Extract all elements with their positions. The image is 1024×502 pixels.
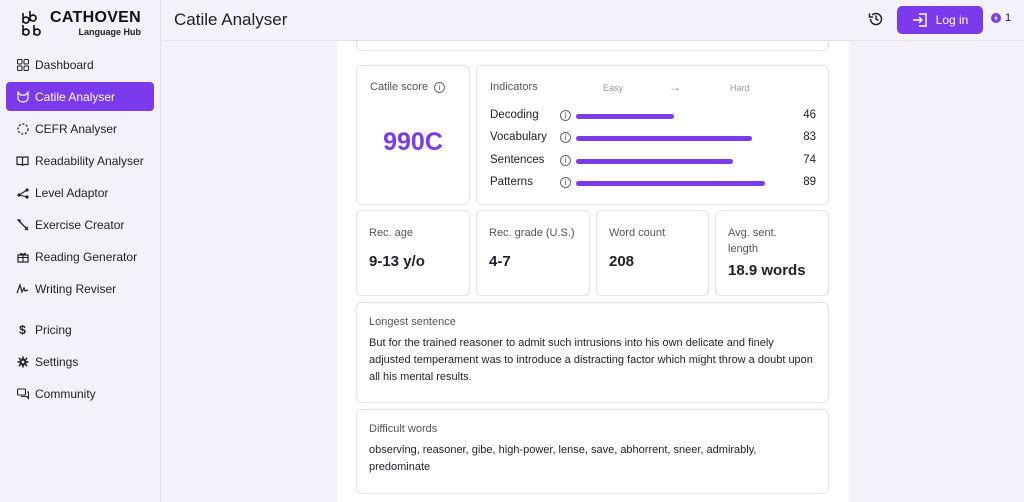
easy-label: Easy xyxy=(603,83,624,93)
sidebar-item-label: Exercise Creator xyxy=(35,217,125,232)
indicator-row-vocabulary: Vocabulary i 83 xyxy=(490,131,816,145)
sidebar-item-pricing[interactable]: $ Pricing xyxy=(6,315,154,344)
stat-label: Word count xyxy=(609,227,666,239)
catile-score-value: 990C xyxy=(383,128,443,156)
hard-label: Hard xyxy=(730,83,750,93)
longest-sentence-card: Longest sentence But for the trained rea… xyxy=(356,302,829,403)
indicator-bar xyxy=(576,114,674,119)
sidebar-item-level-adaptor[interactable]: Level Adaptor xyxy=(6,178,154,207)
login-label: Log in xyxy=(935,13,969,27)
sidebar: CATHOVEN Language Hub Dashboard Catile A… xyxy=(0,0,161,502)
sidebar-item-label: Readability Analyser xyxy=(35,153,144,168)
previous-card xyxy=(356,41,829,51)
indicator-name: Sentences xyxy=(490,154,545,166)
longest-sentence-text: But for the trained reasoner to admit su… xyxy=(369,337,813,383)
chat-icon xyxy=(16,387,29,400)
signature-icon xyxy=(16,282,29,295)
stat-card-avg-sentence-length: Avg. sent. length 18.9 words xyxy=(715,210,829,296)
logo-icon xyxy=(22,11,41,36)
gear-icon xyxy=(16,355,29,368)
stat-value: 18.9 words xyxy=(728,262,806,279)
sidebar-item-dashboard[interactable]: Dashboard xyxy=(6,50,154,79)
indicator-value: 74 xyxy=(803,154,816,166)
indicator-name: Decoding xyxy=(490,109,539,121)
bolt-icon xyxy=(991,13,1001,23)
stat-card-word-count: Word count 208 xyxy=(596,210,709,296)
info-icon[interactable]: i xyxy=(560,132,571,143)
sidebar-nav: Dashboard Catile Analyser CEFR Analyser … xyxy=(6,50,154,411)
sidebar-item-readability-analyser[interactable]: Readability Analyser xyxy=(6,146,154,175)
longest-sentence-label: Longest sentence xyxy=(369,316,456,328)
stat-label: Rec. grade (U.S.) xyxy=(489,227,575,239)
indicator-row-decoding: Decoding i 46 xyxy=(490,109,816,123)
stat-card-rec-age: Rec. age 9-13 y/o xyxy=(356,210,470,296)
grid-icon xyxy=(16,58,29,71)
sidebar-item-label: Community xyxy=(35,386,96,401)
page-title: Catile Analyser xyxy=(174,10,288,29)
stat-value: 4-7 xyxy=(489,253,511,270)
sidebar-item-label: Settings xyxy=(35,354,79,369)
sidebar-item-community[interactable]: Community xyxy=(6,379,154,408)
indicator-bar xyxy=(576,136,752,141)
sidebar-item-catile-analyser[interactable]: Catile Analyser xyxy=(6,82,154,111)
dollar-icon: $ xyxy=(19,322,26,337)
stat-card-rec-grade: Rec. grade (U.S.) 4-7 xyxy=(476,210,590,296)
tools-icon xyxy=(16,218,29,231)
credits-badge[interactable]: 1 xyxy=(991,12,1011,24)
indicator-name: Vocabulary xyxy=(490,131,547,143)
gift-icon xyxy=(16,250,29,263)
results-panel: Catile score i 990C Indicators Easy → Har… xyxy=(337,41,849,502)
indicator-bar xyxy=(576,181,765,186)
sidebar-item-cefr-analyser[interactable]: CEFR Analyser xyxy=(6,114,154,143)
info-icon[interactable]: i xyxy=(560,155,571,166)
sidebar-item-reading-generator[interactable]: Reading Generator xyxy=(6,242,154,271)
login-icon xyxy=(912,13,927,27)
indicator-value: 46 xyxy=(803,109,816,121)
dotted-circle-icon xyxy=(16,122,29,135)
book-icon xyxy=(16,154,29,167)
difficult-words-text: observing, reasoner, gibe, high-power, l… xyxy=(369,444,757,473)
indicator-row-sentences: Sentences i 74 xyxy=(490,154,816,168)
info-icon[interactable]: i xyxy=(560,177,571,188)
indicator-row-patterns: Patterns i 89 xyxy=(490,176,816,190)
sidebar-item-label: CEFR Analyser xyxy=(35,121,118,136)
cat-icon xyxy=(16,90,29,103)
sidebar-item-exercise-creator[interactable]: Exercise Creator xyxy=(6,210,154,239)
indicator-name: Patterns xyxy=(490,176,533,188)
sidebar-item-label: Reading Generator xyxy=(35,249,138,264)
difficult-words-card: Difficult words observing, reasoner, gib… xyxy=(356,409,829,494)
stat-label: Avg. sent. length xyxy=(728,227,777,255)
arrow-right-icon: → xyxy=(669,80,681,94)
main-content: Catile score i 990C Indicators Easy → Har… xyxy=(161,41,1024,502)
login-button[interactable]: Log in xyxy=(897,6,983,34)
history-icon[interactable] xyxy=(867,10,885,28)
info-icon[interactable]: i xyxy=(434,81,446,93)
indicator-value: 83 xyxy=(803,131,816,143)
share-icon xyxy=(16,186,29,199)
top-bar: Catile Analyser Log in 1 xyxy=(161,0,1024,41)
indicator-bar xyxy=(576,159,733,164)
sidebar-item-label: Pricing xyxy=(35,322,72,337)
indicator-value: 89 xyxy=(803,176,816,188)
credits-count: 1 xyxy=(1005,12,1012,24)
brand-name: CATHOVEN xyxy=(50,9,141,26)
sidebar-item-label: Writing Reviser xyxy=(35,281,117,296)
logo[interactable]: CATHOVEN Language Hub xyxy=(20,10,141,38)
stat-value: 9-13 y/o xyxy=(369,253,425,270)
catile-score-label: Catile score xyxy=(370,81,429,93)
info-icon[interactable]: i xyxy=(560,110,571,121)
sidebar-item-label: Level Adaptor xyxy=(35,185,109,200)
catile-score-card: Catile score i 990C xyxy=(356,65,470,205)
indicators-label: Indicators xyxy=(490,81,538,93)
sidebar-item-label: Catile Analyser xyxy=(35,89,116,104)
brand-subtitle: Language Hub xyxy=(78,27,142,37)
stat-label: Rec. age xyxy=(369,227,414,239)
stat-value: 208 xyxy=(609,253,635,270)
indicators-card: Indicators Easy → Hard Decoding i 46 Voc… xyxy=(476,65,829,205)
sidebar-item-settings[interactable]: Settings xyxy=(6,347,154,376)
difficult-words-label: Difficult words xyxy=(369,423,438,435)
sidebar-item-label: Dashboard xyxy=(35,57,94,72)
sidebar-item-writing-reviser[interactable]: Writing Reviser xyxy=(6,274,154,303)
